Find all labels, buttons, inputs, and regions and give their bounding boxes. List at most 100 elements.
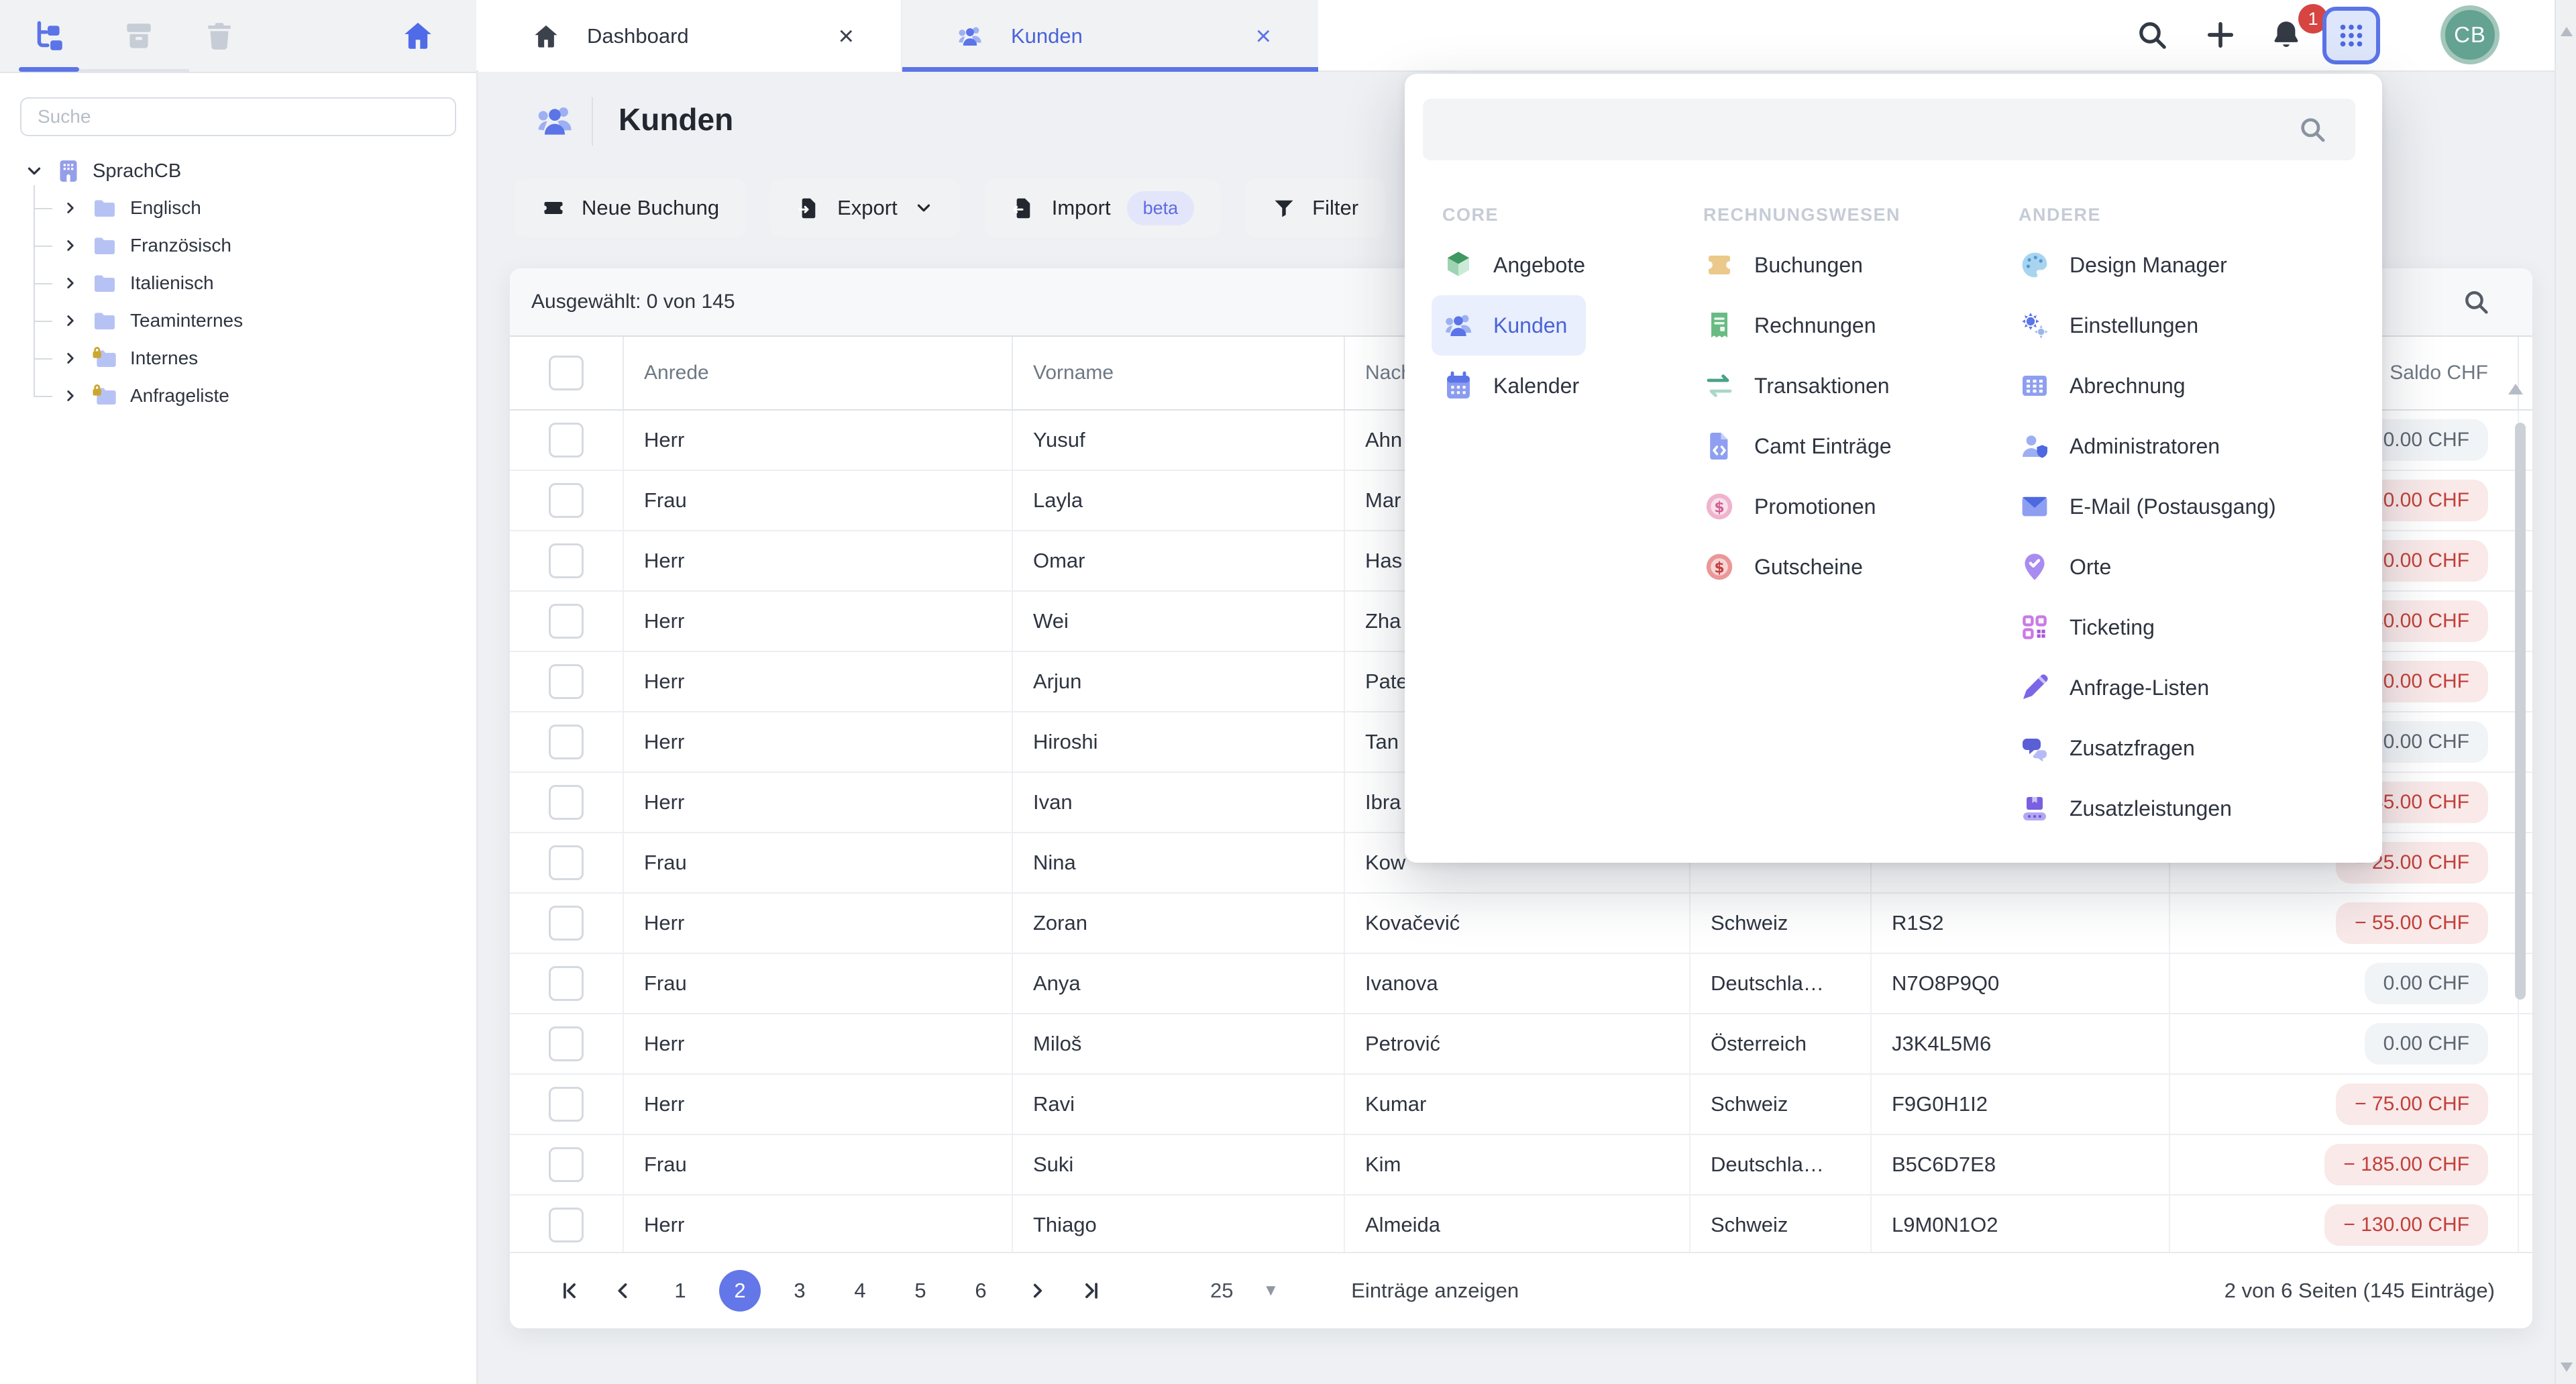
chevron-right-icon[interactable] [62, 199, 79, 217]
previous-page-button[interactable] [605, 1273, 641, 1309]
app-launcher-button[interactable] [2322, 7, 2380, 64]
row-checkbox[interactable] [549, 966, 584, 1001]
launcher-item-zusatzleistungen[interactable]: Zusatzleistungen [2008, 778, 2251, 839]
launcher-item-buchungen[interactable]: Buchungen [1693, 235, 1882, 295]
launcher-item-camt-einträge[interactable]: Camt Einträge [1693, 416, 1911, 476]
launcher-item-angebote[interactable]: Angebote [1432, 235, 1604, 295]
row-checkbox[interactable] [549, 845, 584, 880]
scroll-up-arrow[interactable] [2561, 27, 2573, 36]
table-row[interactable]: HerrZoranKovačevićSchweizR1S2− 55.00 CHF [510, 894, 2532, 954]
row-checkbox[interactable] [549, 543, 584, 578]
table-row[interactable]: HerrMilošPetrovićÖsterreichJ3K4L5M60.00 … [510, 1014, 2532, 1075]
launcher-item-transaktionen[interactable]: Transaktionen [1693, 356, 1909, 416]
trash-icon[interactable] [203, 19, 236, 52]
tree-item-englisch[interactable]: Englisch [34, 189, 476, 227]
launcher-item-label: Kunden [1493, 313, 1567, 338]
tree-item-internes[interactable]: Internes [34, 339, 476, 377]
tree-item-französisch[interactable]: Französisch [34, 227, 476, 264]
header-select-all[interactable] [510, 337, 624, 409]
row-checkbox[interactable] [549, 785, 584, 820]
table-cell: Suki [1013, 1135, 1345, 1194]
plus-icon[interactable] [2203, 17, 2238, 52]
page-button-2[interactable]: 2 [719, 1270, 761, 1312]
tree-item-anfrageliste[interactable]: Anfrageliste [34, 377, 476, 415]
table-row[interactable]: HerrRaviKumarSchweizF9G0H1I2− 75.00 CHF [510, 1075, 2532, 1135]
launcher-item-abrechnung[interactable]: Abrechnung [2008, 356, 2204, 416]
saldo-badge: − 185.00 CHF [2324, 1144, 2488, 1185]
page-size-select[interactable]: 25 ▼ [1210, 1279, 1279, 1303]
table-row[interactable]: FrauAnyaIvanovaDeutschla…N7O8P9Q00.00 CH… [510, 954, 2532, 1014]
import-button[interactable]: Import beta [985, 179, 1221, 237]
launcher-item-label: Abrechnung [2070, 374, 2186, 398]
launcher-item-einstellungen[interactable]: Einstellungen [2008, 295, 2217, 356]
launcher-item-kalender[interactable]: Kalender [1432, 356, 1598, 416]
table-scrollbar[interactable] [2515, 423, 2526, 1000]
tab-dashboard[interactable]: Dashboard × [478, 0, 902, 72]
launcher-item-administratoren[interactable]: Administratoren [2008, 416, 2239, 476]
launcher-item-design-manager[interactable]: Design Manager [2008, 235, 2246, 295]
filter-button[interactable]: Filter [1245, 179, 1385, 237]
chevron-right-icon[interactable] [62, 274, 79, 292]
close-icon[interactable]: × [839, 23, 854, 50]
page-button-3[interactable]: 3 [778, 1270, 821, 1312]
first-page-button[interactable] [551, 1273, 588, 1309]
launcher-item-rechnungen[interactable]: Rechnungen [1693, 295, 1894, 356]
tree-item-teaminternes[interactable]: Teaminternes [34, 302, 476, 339]
launcher-item-kunden[interactable]: Kunden [1432, 295, 1586, 356]
row-checkbox[interactable] [549, 1147, 584, 1182]
scroll-down-arrow[interactable] [2561, 1363, 2573, 1372]
select-all-checkbox[interactable] [549, 356, 584, 390]
chevron-right-icon[interactable] [62, 237, 79, 254]
first-page-button-icon [558, 1279, 581, 1302]
folder-icon [91, 195, 118, 221]
page-button-5[interactable]: 5 [899, 1270, 942, 1312]
row-checkbox[interactable] [549, 664, 584, 699]
launcher-item-gutscheine[interactable]: $Gutscheine [1693, 537, 1882, 597]
chevron-down-icon[interactable] [24, 161, 44, 181]
export-button[interactable]: Export [770, 179, 961, 237]
tree-item-italienisch[interactable]: Italienisch [34, 264, 476, 302]
row-checkbox[interactable] [549, 1026, 584, 1061]
launcher-item-orte[interactable]: Orte [2008, 537, 2130, 597]
row-checkbox[interactable] [549, 906, 584, 941]
home-icon[interactable] [401, 19, 435, 52]
archive-icon[interactable] [122, 19, 156, 52]
page-button-4[interactable]: 4 [839, 1270, 881, 1312]
pen-icon [2019, 672, 2051, 704]
row-checkbox[interactable] [549, 423, 584, 458]
launcher-item-label: Buchungen [1754, 253, 1863, 278]
sidebar-search-input[interactable] [20, 97, 456, 136]
launcher-item-e-mail-postausgang-[interactable]: E-Mail (Postausgang) [2008, 476, 2295, 537]
row-checkbox[interactable] [549, 483, 584, 518]
chevron-right-icon[interactable] [62, 312, 79, 329]
row-checkbox[interactable] [549, 1208, 584, 1242]
row-checkbox[interactable] [549, 725, 584, 759]
launcher-item-ticketing[interactable]: Ticketing [2008, 597, 2174, 657]
page-button-6[interactable]: 6 [959, 1270, 1002, 1312]
tree-view-icon[interactable] [32, 19, 66, 52]
avatar[interactable]: CB [2440, 5, 2500, 64]
tab-kunden[interactable]: Kunden × [902, 0, 1318, 72]
launcher-item-zusatzfragen[interactable]: Zusatzfragen [2008, 718, 2214, 778]
launcher-search-input[interactable] [1423, 99, 2355, 160]
launcher-item-promotionen[interactable]: $Promotionen [1693, 476, 1894, 537]
scroll-up-arrow[interactable] [2508, 384, 2523, 394]
row-checkbox[interactable] [549, 1087, 584, 1122]
page-button-1[interactable]: 1 [659, 1270, 702, 1312]
search-icon[interactable] [2135, 17, 2169, 52]
row-select-cell [510, 1195, 624, 1255]
chevron-right-icon[interactable] [62, 350, 79, 367]
search-icon[interactable] [2461, 287, 2491, 317]
tree-root-sprachcb[interactable]: SprachCB [0, 153, 476, 189]
last-page-button[interactable] [1073, 1273, 1110, 1309]
chevron-right-icon[interactable] [62, 387, 79, 405]
divider [592, 97, 593, 146]
launcher-item-anfrage-listen[interactable]: Anfrage-Listen [2008, 657, 2228, 718]
row-checkbox[interactable] [549, 604, 584, 639]
table-row[interactable]: HerrThiagoAlmeidaSchweizL9M0N1O2− 130.00… [510, 1195, 2532, 1256]
close-icon[interactable]: × [1256, 23, 1271, 50]
table-row[interactable]: FrauSukiKimDeutschla…B5C6D7E8− 185.00 CH… [510, 1135, 2532, 1195]
next-page-button[interactable] [1020, 1273, 1056, 1309]
neue-buchung-button[interactable]: Neue Buchung [515, 179, 746, 237]
window-scrollbar[interactable] [2555, 0, 2576, 1384]
